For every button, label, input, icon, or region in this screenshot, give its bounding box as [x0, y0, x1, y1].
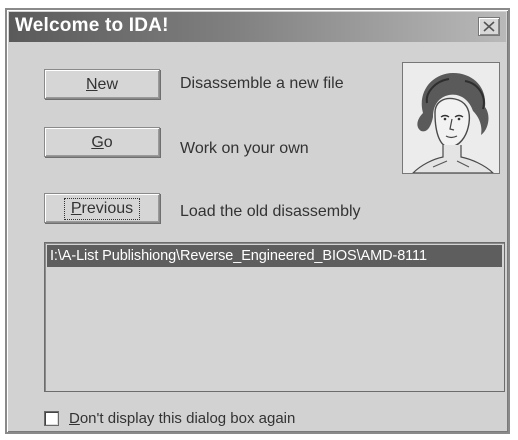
previous-button-label: revious	[81, 199, 134, 217]
welcome-dialog: Welcome to IDA! New Disassemble a new fi…	[5, 8, 510, 434]
go-button[interactable]: Go	[44, 127, 160, 157]
go-description: Work on your own	[180, 140, 309, 157]
new-button[interactable]: New	[44, 69, 160, 99]
dont-display-mnemonic: D	[69, 409, 80, 427]
title-bar[interactable]: Welcome to IDA!	[9, 12, 506, 42]
list-item[interactable]: I:\A-List Publishiong\Reverse_Engineered…	[47, 245, 502, 267]
go-button-mnemonic: G	[91, 133, 104, 151]
close-icon	[483, 21, 495, 32]
dont-display-again-option[interactable]: Don't display this dialog box again	[44, 408, 295, 428]
previous-description: Load the old disassembly	[180, 203, 361, 220]
ada-lovelace-portrait	[402, 62, 500, 174]
dont-display-text: on't display this dialog box again	[79, 409, 296, 427]
close-button[interactable]	[478, 17, 500, 36]
focus-rectangle: Previous	[63, 197, 141, 220]
previous-button[interactable]: Previous	[44, 193, 160, 223]
previous-button-mnemonic: P	[70, 199, 82, 217]
dont-display-checkbox[interactable]	[44, 410, 59, 426]
go-button-label: o	[103, 133, 113, 151]
window-title: Welcome to IDA!	[15, 15, 169, 36]
new-description: Disassemble a new file	[180, 75, 344, 92]
recent-files-list[interactable]: I:\A-List Publishiong\Reverse_Engineered…	[44, 242, 505, 392]
dont-display-label[interactable]: Don't display this dialog box again	[69, 410, 295, 427]
new-button-label: ew	[97, 75, 118, 93]
new-button-mnemonic: N	[85, 75, 98, 93]
portrait-image	[403, 63, 499, 173]
